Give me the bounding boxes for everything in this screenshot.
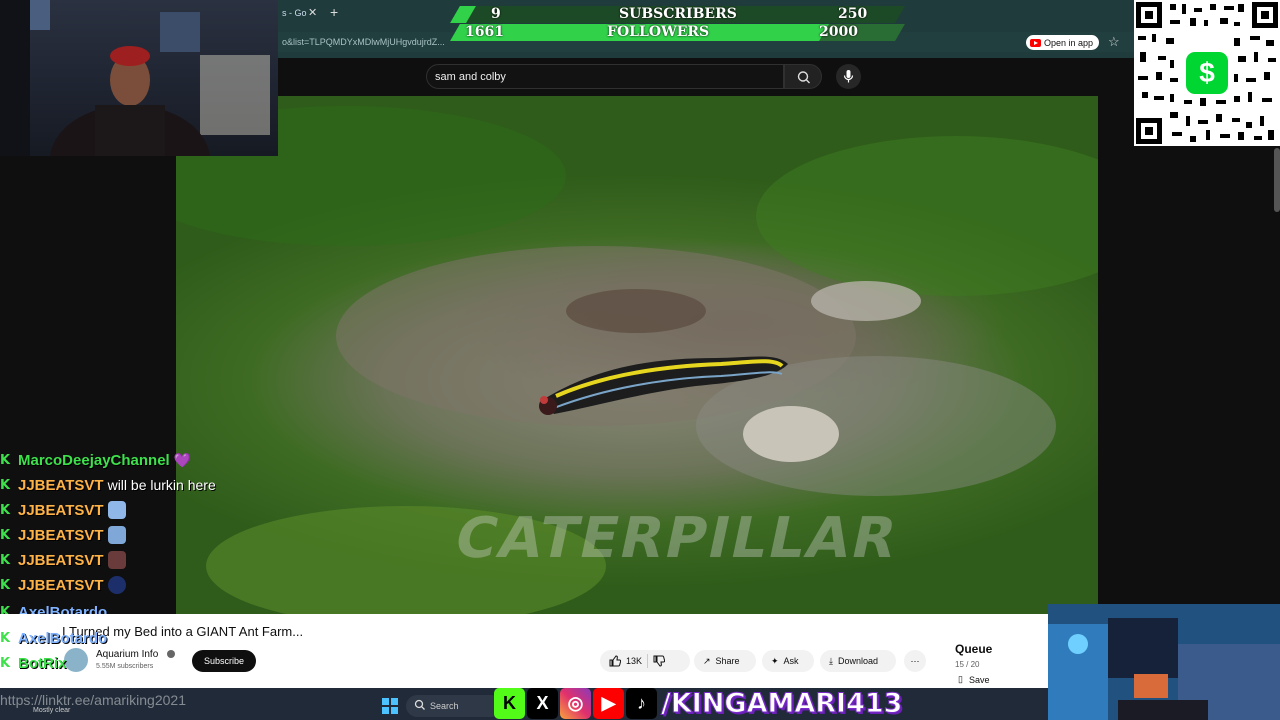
tiktok-logo-icon: ♪ [626,687,657,719]
sparkle-icon: ✦ [771,655,779,666]
chat-username: JJBEATSVT [18,501,104,519]
queue-count: 15 / 20 [955,660,980,669]
chat-message: K JJBEATSVT [0,523,126,547]
download-icon: ⤓ [829,655,833,666]
x-logo-icon: X [527,687,558,719]
chat-username: JJBEATSVT [18,551,104,569]
social-handle: /KINGAMARI413 [660,687,903,719]
open-in-app-button[interactable]: Open in app [1026,35,1100,50]
verified-icon [167,650,175,658]
channel-avatar[interactable] [64,648,88,672]
download-button[interactable]: ⤓ Download [820,650,896,672]
share-button[interactable]: ↗ Share [694,650,756,672]
page-scrollbar[interactable] [1274,148,1280,212]
chat-text: will be lurkin here [107,477,216,493]
anime-emote-icon [107,501,126,519]
search-button[interactable] [784,64,822,89]
kick-badge-icon: K [0,502,11,518]
channel-subscriber-count: 5.55M subscribers [96,663,154,670]
windows-start-icon[interactable] [382,698,398,714]
like-button[interactable]: 13K [600,650,690,672]
chat-message: K BotRix [0,651,66,675]
chat-username: BotRix [18,654,67,672]
address-url[interactable]: o&list=TLPQMDYxMDlwMjUHgvdujrdZ... [282,37,445,47]
search-query: sam and colby [435,71,506,83]
chat-username: JJBEATSVT [18,526,104,544]
ask-button[interactable]: ✦ Ask [762,650,814,672]
search-input[interactable]: sam and colby [426,64,784,89]
youtube-logo-icon: ▶ [593,687,624,719]
share-icon: ↗ [703,655,711,666]
bookmark-star-icon[interactable]: ☆ [1108,34,1120,50]
thumbs-down-icon[interactable] [653,655,666,667]
streamer-silhouette [0,0,270,156]
chat-message: K JJBEATSVT [0,548,126,572]
social-links: K X ◎ ▶ ♪ /KINGAMARI413 [494,686,903,720]
chat-message: K AxelBotardo [0,626,107,650]
follower-target: 2000 [819,24,858,40]
channel-name[interactable]: Aquarium Info [96,649,158,660]
subscriber-label: SUBSCRIBERS [619,6,737,22]
share-label: Share [715,656,740,666]
subscriber-target: 250 [838,6,868,22]
kick-badge-icon: K [0,577,11,593]
character-emote-icon [107,551,126,569]
open-in-app-label: Open in app [1044,37,1094,48]
room-scene [1048,604,1280,720]
new-tab-icon[interactable]: + [330,4,338,20]
kick-badge-icon: K [0,527,11,543]
heart-emote-icon: 💜 [173,451,192,468]
kick-badge-icon: K [0,655,11,671]
goal-bars: 9 SUBSCRIBERS 250 1661 FOLLOWERS 2000 [450,6,905,44]
kick-badge-icon: K [0,552,11,568]
save-button[interactable]: ▯ Save [958,674,989,685]
chat-message: K JJBEATSVT [0,498,126,522]
ask-label: Ask [783,656,799,666]
linktree-url: https://linktr.ee/amariking2021 [0,692,186,708]
chat-username: JJBEATSVT [18,576,104,594]
chat-username: AxelBotardo [18,629,108,647]
like-count: 13K [626,656,643,666]
search-icon [797,71,810,84]
bookmark-icon: ▯ [958,674,963,684]
more-icon: ⋯ [910,655,920,666]
follower-label: FOLLOWERS [607,24,710,40]
queue-title: Queue [955,642,993,656]
helmet-emote-icon [107,576,126,594]
chat-message: K JJBEATSVT will be lurkin here [0,473,216,497]
chat-username: JJBEATSVT [18,476,104,494]
video-watermark: CATERPILLAR [449,506,905,571]
voice-search-button[interactable] [836,64,861,89]
thumbs-up-icon [609,655,621,667]
instagram-logo-icon: ◎ [560,687,591,719]
more-actions-button[interactable]: ⋯ [904,650,926,672]
kick-badge-icon: K [0,630,11,646]
weather-status: Mostly clear [33,707,71,714]
webcam-streamer [0,0,278,156]
browser-tab[interactable]: s - Go [282,8,307,18]
video-player[interactable]: CATERPILLAR [176,96,1098,614]
kick-badge-icon: K [0,477,11,493]
subscriber-count: 9 [491,6,501,22]
microphone-icon [843,70,854,83]
close-tab-icon[interactable]: ✕ [308,6,317,19]
chat-message: K MarcoDeejayChannel 💜 [0,448,191,472]
webcam-room [1048,604,1280,720]
youtube-icon [1030,38,1041,47]
chat-username: MarcoDeejayChannel [18,451,170,469]
kick-logo-icon: K [494,687,525,719]
save-label: Save [968,674,990,685]
search-icon [414,699,425,710]
download-label: Download [837,656,879,666]
anime-emote-icon [107,526,126,544]
cashapp-logo-icon: $ [1186,52,1228,94]
kick-badge-icon: K [0,452,11,468]
chat-message: K JJBEATSVT [0,573,126,597]
stream-screen: s - Go ✕ + o&list=TLPQMDYxMDlwMjUHgvdujr… [0,0,1280,720]
divider [647,654,649,668]
sidebar-area [1098,96,1280,614]
subscribe-button[interactable]: Subscribe [192,650,256,672]
follower-count: 1661 [465,24,504,40]
